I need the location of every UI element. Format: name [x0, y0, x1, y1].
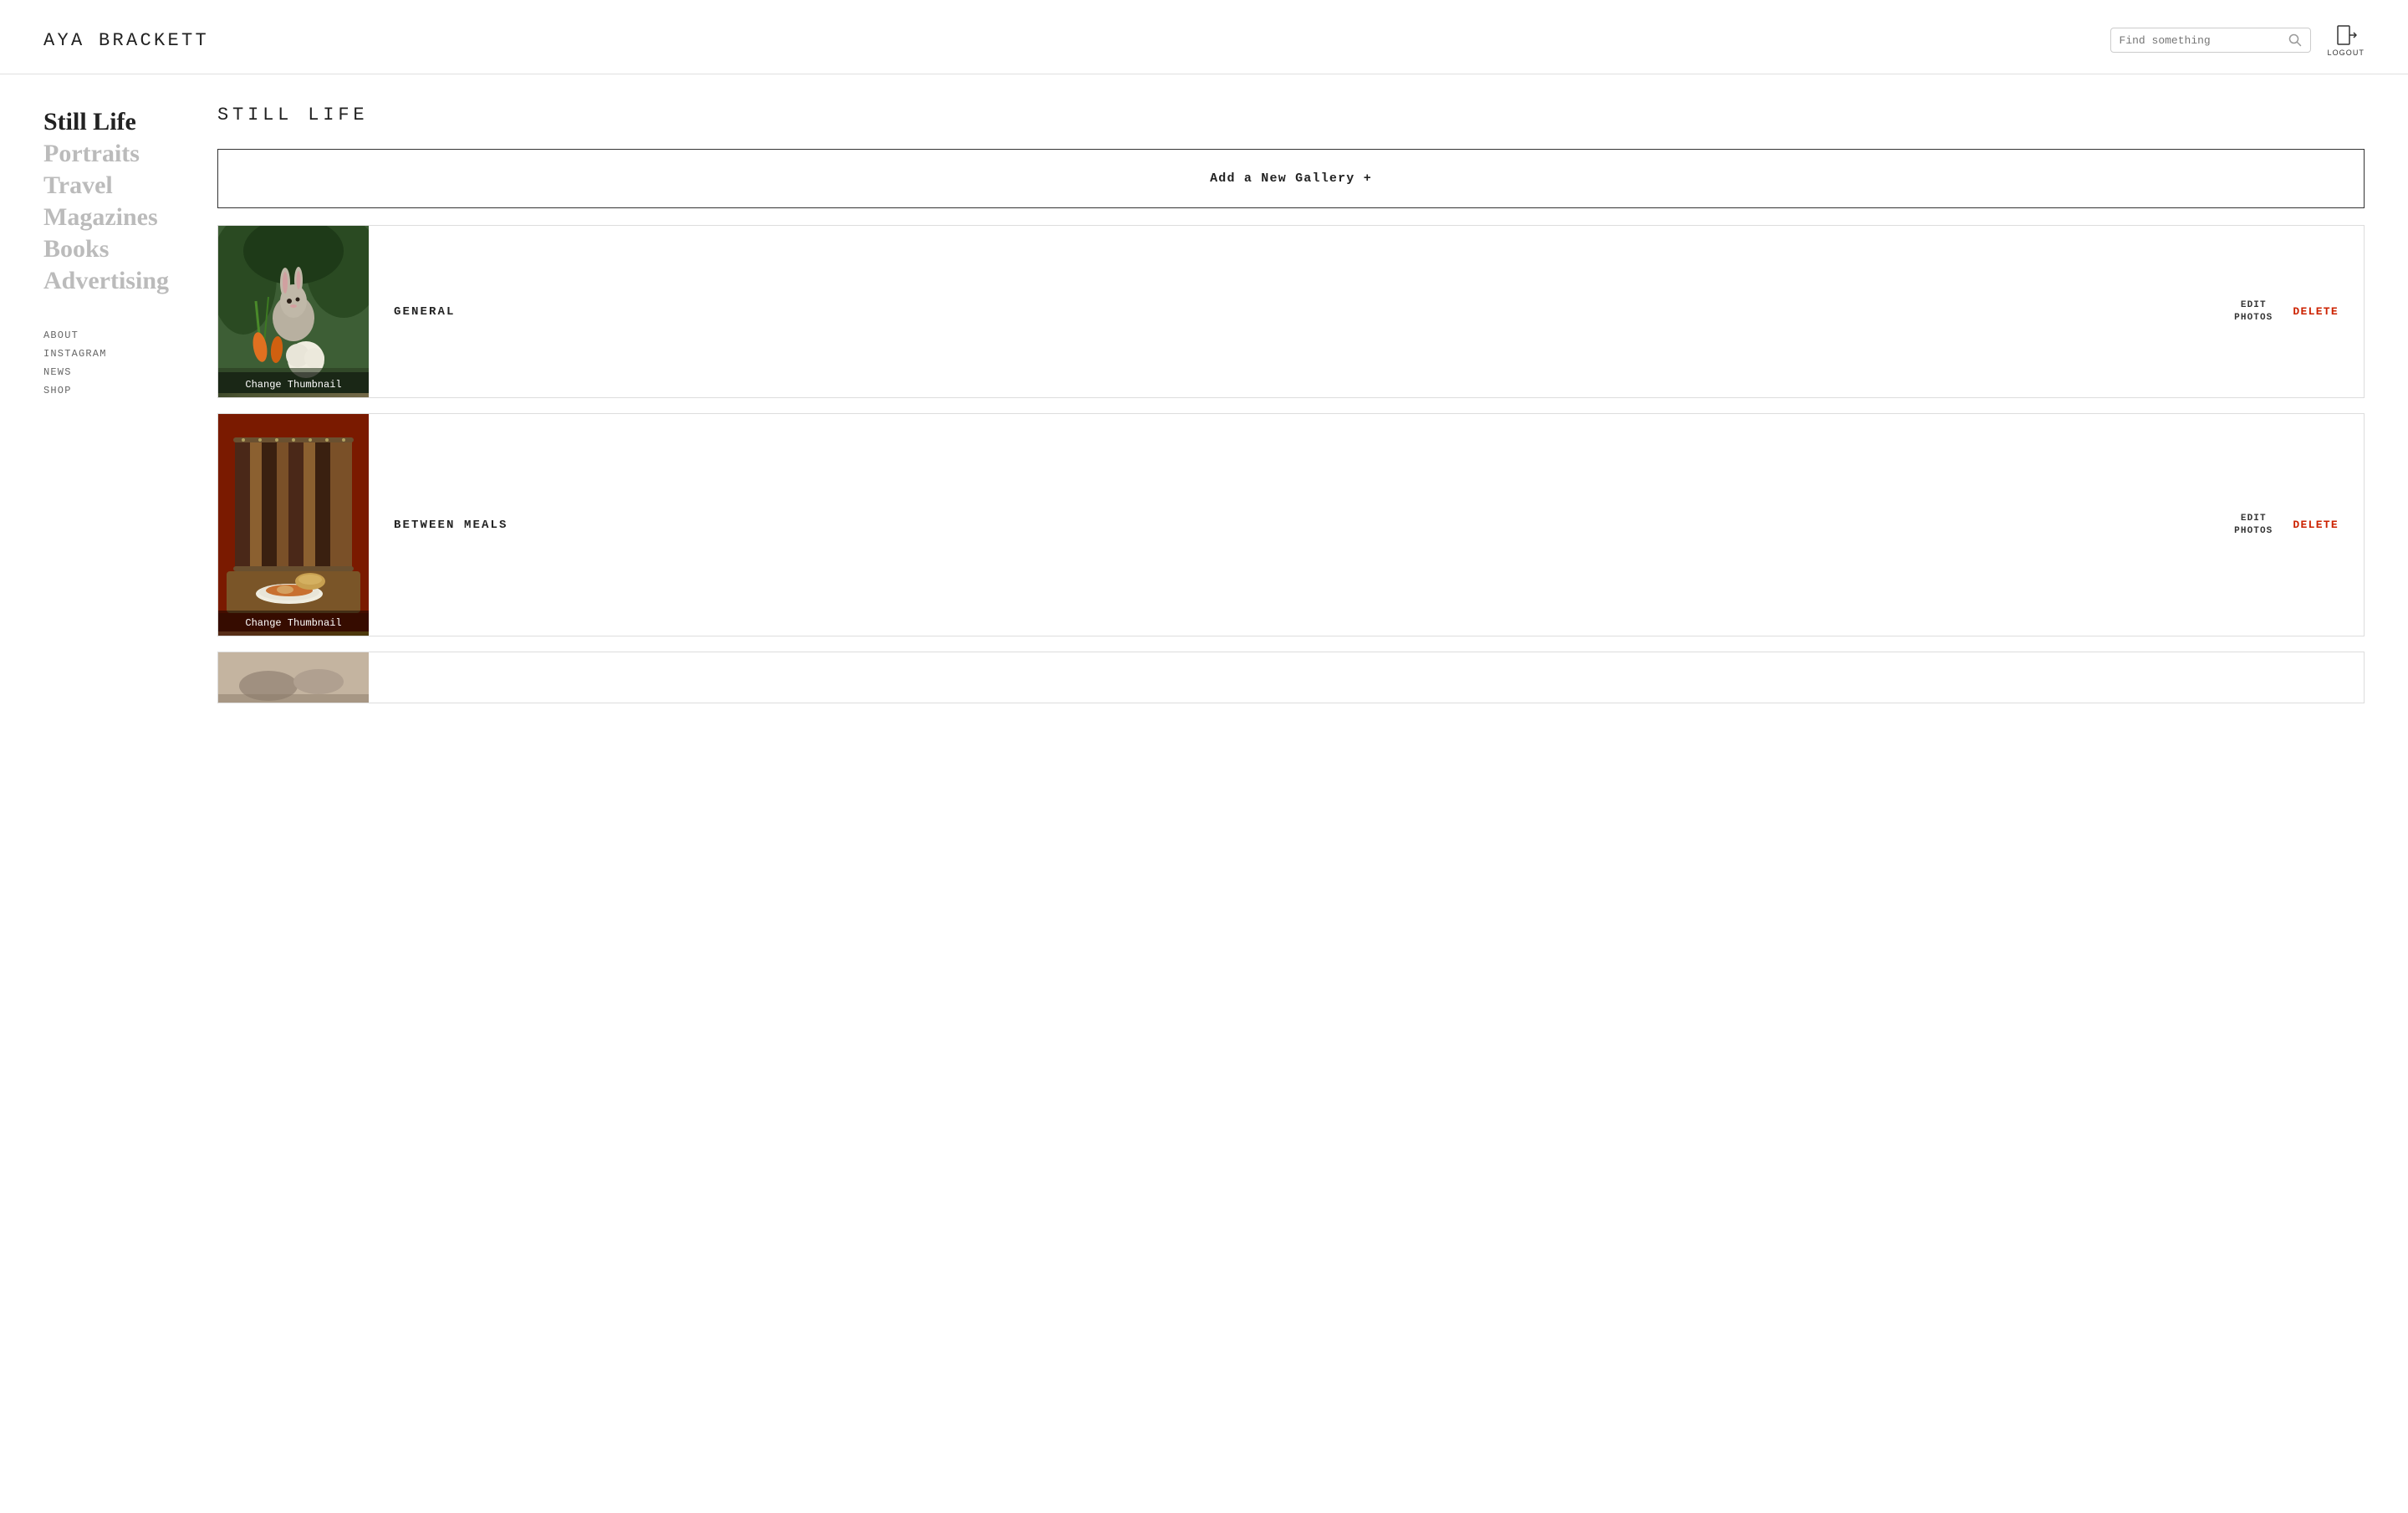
advertising-link[interactable]: Advertising: [43, 267, 169, 294]
gallery-name-between-meals: BETWEEN MEALS: [394, 519, 508, 532]
gallery-info-third: [369, 652, 2364, 703]
add-gallery-button[interactable]: Add a New Gallery +: [217, 149, 2365, 208]
change-thumbnail-label-general[interactable]: Change Thumbnail: [218, 372, 369, 397]
search-input[interactable]: [2120, 34, 2282, 47]
portraits-link[interactable]: Portraits: [43, 140, 140, 167]
sidebar-item-magazines[interactable]: Magazines: [43, 203, 184, 232]
gallery-row: [217, 652, 2365, 703]
logout-label: LOGOUT: [2328, 49, 2365, 57]
gallery-thumbnail-third: [218, 652, 369, 703]
secondary-nav: ABOUT INSTAGRAM NEWS SHOP: [43, 329, 184, 397]
edit-photos-button-between-meals[interactable]: EDIT PHOTOS: [2234, 513, 2273, 538]
news-link[interactable]: NEWS: [43, 366, 72, 378]
gallery-name-general: GENERAL: [394, 305, 456, 319]
logout-button[interactable]: LOGOUT: [2328, 23, 2365, 57]
site-title: AYA BRACKETT: [43, 30, 209, 51]
sidebar-item-news[interactable]: NEWS: [43, 365, 184, 379]
primary-nav: Still Life Portraits Travel Magazines Bo…: [43, 108, 184, 295]
thumb-illustration-third: [218, 652, 369, 703]
logout-icon: [2334, 23, 2358, 47]
change-thumbnail-label-between-meals[interactable]: Change Thumbnail: [218, 611, 369, 636]
search-wrapper: [2110, 28, 2311, 53]
instagram-link[interactable]: INSTAGRAM: [43, 348, 107, 360]
thumb-illustration-between-meals: [218, 414, 369, 631]
books-link[interactable]: Books: [43, 235, 109, 263]
gallery-thumbnail-general: Change Thumbnail: [218, 226, 369, 397]
sidebar-item-instagram[interactable]: INSTAGRAM: [43, 347, 184, 360]
thumb-illustration-general: [218, 226, 369, 393]
gallery-row: Change Thumbnail BETWEEN MEALS EDIT PHOT…: [217, 413, 2365, 636]
still-life-link[interactable]: Still Life: [43, 108, 136, 135]
magazines-link[interactable]: Magazines: [43, 203, 158, 231]
sidebar: Still Life Portraits Travel Magazines Bo…: [0, 74, 217, 1513]
sidebar-item-shop[interactable]: SHOP: [43, 384, 184, 397]
gallery-info-general: GENERAL: [369, 226, 2234, 397]
gallery-actions-between-meals: EDIT PHOTOS DELETE: [2234, 414, 2364, 636]
gallery-row: Change Thumbnail GENERAL EDIT PHOTOS DEL…: [217, 225, 2365, 398]
gallery-actions-general: EDIT PHOTOS DELETE: [2234, 226, 2364, 397]
edit-photos-button-general[interactable]: EDIT PHOTOS: [2234, 299, 2273, 325]
sidebar-item-portraits[interactable]: Portraits: [43, 140, 184, 168]
delete-button-general[interactable]: DELETE: [2293, 305, 2339, 318]
gallery-info-between-meals: BETWEEN MEALS: [369, 414, 2234, 636]
sidebar-item-travel[interactable]: Travel: [43, 171, 184, 200]
main-content: STILL LIFE Add a New Gallery +: [217, 74, 2408, 1513]
delete-button-between-meals[interactable]: DELETE: [2293, 519, 2339, 531]
about-link[interactable]: ABOUT: [43, 330, 79, 341]
sidebar-item-about[interactable]: ABOUT: [43, 329, 184, 342]
sidebar-item-books[interactable]: Books: [43, 235, 184, 263]
sidebar-item-still-life[interactable]: Still Life: [43, 108, 184, 136]
page-title: STILL LIFE: [217, 105, 2365, 125]
sidebar-item-advertising[interactable]: Advertising: [43, 267, 184, 295]
shop-link[interactable]: SHOP: [43, 385, 72, 396]
gallery-thumbnail-between-meals: Change Thumbnail: [218, 414, 369, 636]
search-icon: [2288, 33, 2302, 47]
travel-link[interactable]: Travel: [43, 171, 113, 199]
